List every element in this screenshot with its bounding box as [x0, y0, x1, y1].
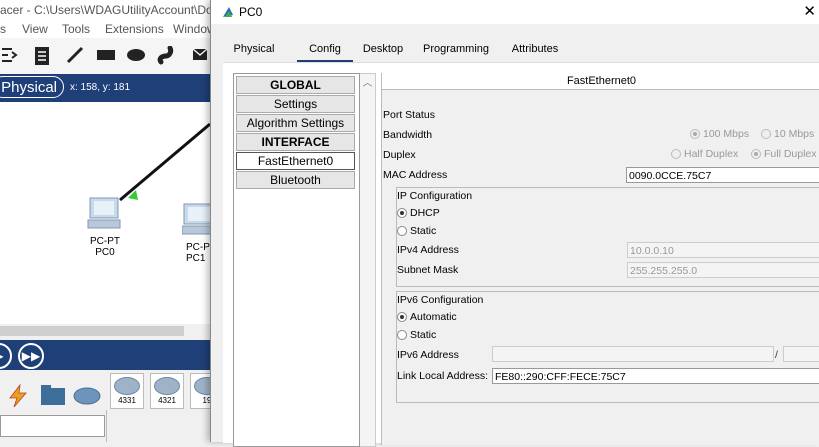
duplex-label: Duplex — [383, 149, 416, 161]
interface-header: FastEthernet0 — [382, 73, 819, 90]
mail-icon[interactable] — [192, 46, 208, 62]
static-ipv6-radio[interactable]: Static — [397, 329, 436, 341]
ipv6-address-field[interactable] — [492, 346, 774, 362]
menu-item-view[interactable]: View — [22, 20, 48, 38]
nav-item-bluetooth[interactable]: Bluetooth — [236, 171, 355, 189]
device-type-label: PC-PT — [90, 236, 120, 247]
static-ip-radio[interactable]: Static — [397, 225, 436, 237]
half-duplex-radio[interactable]: Half Duplex — [671, 148, 738, 160]
tab-attributes[interactable]: Attributes — [507, 38, 563, 60]
menu-item-tools[interactable]: Tools — [62, 20, 90, 38]
main-window-title: acer - C:\Users\WDAGUtilityAccount\Do — [0, 3, 213, 17]
physical-view-button[interactable]: Physical — [0, 76, 64, 98]
rectangle-icon[interactable] — [96, 46, 116, 64]
scroll-up-icon[interactable]: ︿ — [363, 78, 373, 89]
mac-address-field[interactable]: 0090.0CCE.75C7 — [626, 167, 819, 183]
panel-divider — [106, 410, 107, 442]
interface-settings: FastEthernet0 Port Status Bandwidth 100 … — [381, 73, 819, 445]
device-name-label: PC0 — [95, 247, 115, 258]
menu-item-file[interactable]: s — [0, 20, 6, 38]
radio-icon — [397, 208, 407, 218]
close-icon[interactable]: ✕ — [803, 2, 816, 20]
play-icon[interactable]: ▶ — [0, 343, 12, 369]
pc0-window-title: PC0 — [239, 5, 263, 19]
fast-forward-icon[interactable]: ▶▶ — [18, 343, 44, 369]
ipv6-prefix-field[interactable] — [783, 346, 819, 362]
nav-item-settings[interactable]: Settings — [236, 95, 355, 113]
device-tile[interactable]: 4321 — [150, 373, 184, 409]
tab-config[interactable]: Config — [297, 38, 353, 62]
bandwidth-10-radio[interactable]: 10 Mbps — [761, 128, 814, 140]
nav-interface-header: INTERFACE — [236, 133, 355, 151]
ipv6-config-title: IPv6 Configuration — [397, 294, 484, 306]
nav-item-fastethernet0[interactable]: FastEthernet0 — [236, 152, 355, 170]
router-icon — [154, 377, 180, 395]
lightning-connections-icon[interactable] — [6, 384, 30, 408]
radio-icon — [671, 149, 681, 159]
folder-icon[interactable] — [40, 384, 66, 406]
subnet-mask-label: Subnet Mask — [397, 264, 459, 276]
tab-programming[interactable]: Programming — [421, 38, 491, 60]
dhcp-radio[interactable]: DHCP — [397, 207, 440, 219]
radio-icon — [397, 312, 407, 322]
radio-icon — [397, 226, 407, 236]
device-search-input[interactable] — [0, 415, 105, 437]
packet-tracer-app-icon — [223, 7, 233, 17]
full-duplex-radio[interactable]: Full Duplex — [751, 148, 817, 160]
ipv4-address-field[interactable]: 10.0.0.10 — [627, 242, 819, 258]
select-icon[interactable] — [0, 46, 18, 64]
subnet-mask-field[interactable]: 255.255.255.0 — [627, 262, 819, 278]
ipv6-config-group: IPv6 Configuration Automatic Static IPv6… — [396, 291, 819, 403]
device-tile[interactable]: 4331 — [110, 373, 144, 409]
pc0-window: PC0 ✕ Physical Config Desktop Programmin… — [210, 0, 819, 447]
scrollbar-thumb[interactable] — [0, 326, 184, 336]
ipv4-address-label: IPv4 Address — [397, 244, 459, 256]
ellipse-icon[interactable] — [126, 46, 146, 64]
radio-icon — [690, 129, 700, 139]
port-status-label: Port Status — [383, 109, 435, 121]
ipv6-address-label: IPv6 Address — [397, 349, 459, 361]
tab-physical[interactable]: Physical — [231, 38, 277, 60]
radio-icon — [397, 330, 407, 340]
config-nav: GLOBAL Settings Algorithm Settings INTER… — [233, 73, 360, 447]
tab-desktop[interactable]: Desktop — [361, 38, 405, 60]
config-panel: GLOBAL Settings Algorithm Settings INTER… — [223, 62, 819, 447]
ipv6-prefix-separator: / — [775, 349, 778, 361]
freeform-icon[interactable] — [157, 46, 175, 66]
nav-scrollbar[interactable]: ︿ — [360, 73, 376, 447]
device-tabs: Physical Config Desktop Programming Attr… — [223, 38, 819, 62]
pc0-computer-icon[interactable] — [86, 196, 122, 232]
bandwidth-100-radio[interactable]: 100 Mbps — [690, 128, 749, 140]
radio-icon — [761, 129, 771, 139]
line-icon[interactable] — [66, 46, 84, 64]
pc1-computer-icon[interactable] — [182, 200, 212, 240]
bandwidth-label: Bandwidth — [383, 129, 433, 141]
ip-config-group: IP Configuration DHCP Static IPv4 Addres… — [396, 187, 819, 287]
ip-config-title: IP Configuration — [397, 190, 473, 202]
pc0-title-bar: PC0 ✕ — [211, 0, 819, 24]
menu-item-extensions[interactable]: Extensions — [105, 20, 164, 38]
note-icon[interactable] — [34, 46, 50, 66]
link-local-address-field[interactable]: FE80::290:CFF:FECE:75C7 — [492, 368, 819, 384]
nav-global-header: GLOBAL — [236, 76, 355, 94]
cursor-coordinates: x: 158, y: 181 — [70, 82, 131, 93]
router-icon — [114, 377, 140, 395]
mac-address-label: MAC Address — [383, 169, 448, 181]
nav-item-algorithm-settings[interactable]: Algorithm Settings — [236, 114, 355, 132]
radio-icon — [751, 149, 761, 159]
cloud-icon[interactable] — [72, 384, 102, 406]
automatic-ipv6-radio[interactable]: Automatic — [397, 311, 457, 323]
link-local-address-label: Link Local Address: — [397, 370, 489, 382]
